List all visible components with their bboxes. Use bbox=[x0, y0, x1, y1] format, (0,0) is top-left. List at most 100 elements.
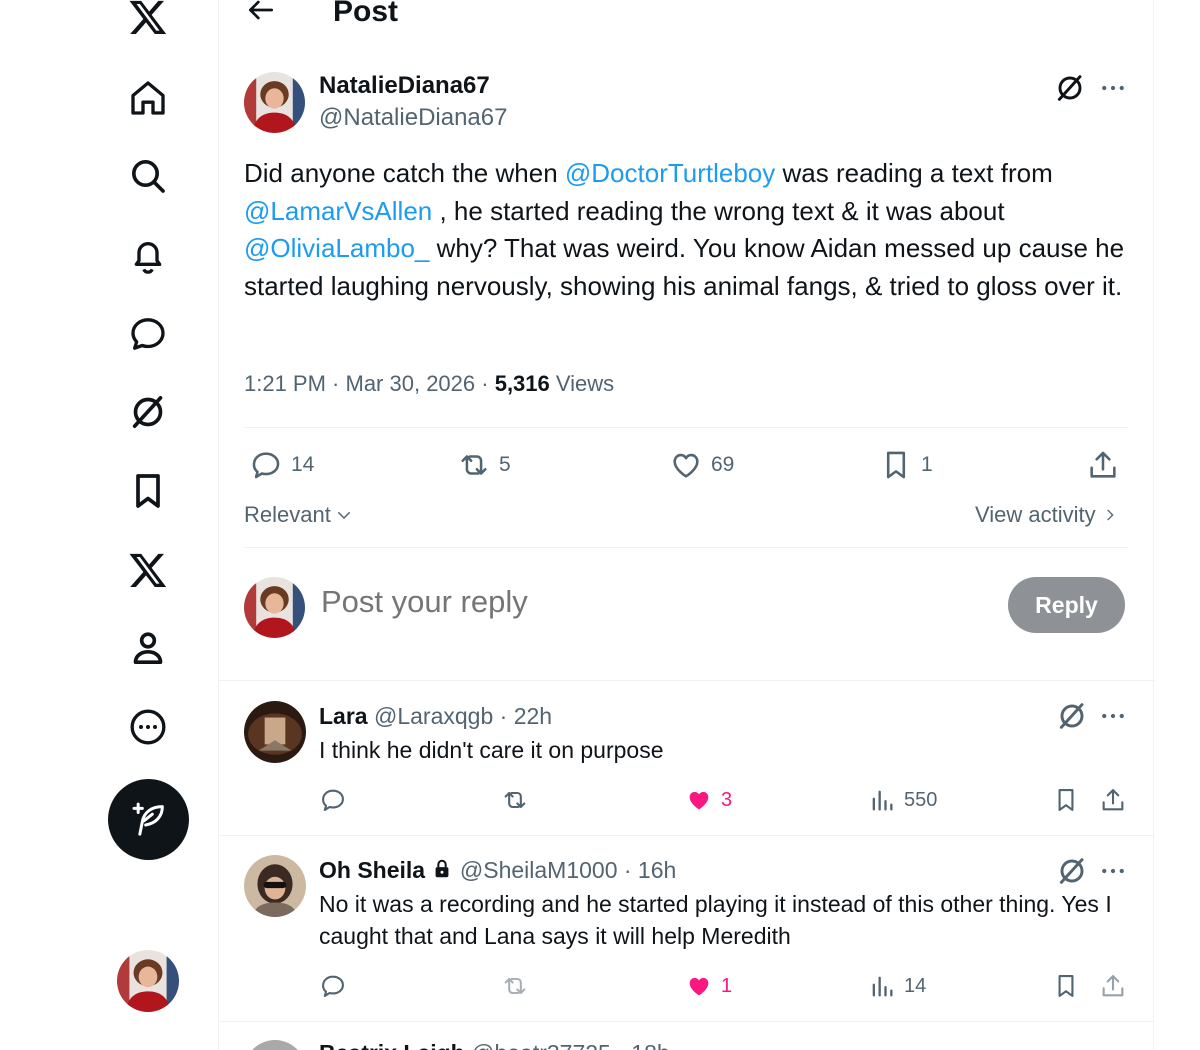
reply-more-icon[interactable] bbox=[1098, 856, 1128, 886]
premium-x-icon[interactable] bbox=[120, 542, 176, 598]
bookmark-icon bbox=[1058, 789, 1074, 811]
reply-share-action[interactable] bbox=[1099, 784, 1127, 816]
reply-repost-action[interactable] bbox=[501, 784, 529, 816]
reply-text: I think he didn't care it on purpose bbox=[319, 737, 664, 763]
like-count: 69 bbox=[711, 453, 735, 476]
reply-like-action[interactable]: 1 bbox=[685, 970, 732, 1002]
bookmark-count: 1 bbox=[921, 453, 933, 476]
bookmark-action[interactable]: 1 bbox=[879, 447, 933, 483]
reply-bookmark-action[interactable] bbox=[1052, 970, 1080, 1002]
post-detail-column: Post NatalieDiana67 @NatalieDiana67 Did … bbox=[218, 0, 1155, 1050]
repost-count: 5 bbox=[499, 453, 511, 476]
reply-avatar[interactable] bbox=[244, 855, 306, 917]
reply-header: Beatrix Leigh @beatr37725 · 18h bbox=[319, 1038, 670, 1050]
post-text-segment: was reading a text from bbox=[775, 158, 1053, 188]
reply-like-count: 1 bbox=[721, 974, 733, 997]
reply-share-action[interactable] bbox=[1099, 970, 1127, 1002]
reply-repost-action[interactable] bbox=[501, 970, 529, 1002]
reply-like-count: 3 bbox=[721, 788, 733, 811]
grok-explain-icon[interactable] bbox=[1054, 72, 1086, 104]
liked-heart-icon bbox=[689, 791, 709, 810]
post-date[interactable]: Mar 30, 2026 bbox=[346, 371, 476, 396]
view-activity-link[interactable]: View activity bbox=[975, 500, 1118, 530]
reply-avatar[interactable] bbox=[244, 1040, 306, 1050]
reply-views-action[interactable]: 14 bbox=[868, 970, 926, 1002]
like-action[interactable]: 69 bbox=[669, 447, 734, 483]
views-count: 5,316 bbox=[494, 371, 550, 396]
compose-post-button[interactable] bbox=[108, 779, 189, 860]
post-header: Post bbox=[219, 0, 1155, 40]
reply-time[interactable]: · 22h bbox=[500, 703, 552, 729]
lock-icon bbox=[436, 859, 449, 878]
post-text: Did anyone catch the when @DoctorTurtleb… bbox=[244, 155, 1134, 305]
bookmark-icon bbox=[886, 451, 906, 479]
reply-time[interactable]: · 18h bbox=[617, 1040, 669, 1050]
divider bbox=[244, 547, 1128, 548]
reply-input[interactable] bbox=[321, 584, 921, 620]
reply-avatar[interactable] bbox=[244, 701, 306, 763]
reply-author-name[interactable]: Lara bbox=[319, 703, 368, 729]
reply-time[interactable]: · 16h bbox=[624, 857, 676, 883]
mention-link[interactable]: @DoctorTurtleboy bbox=[565, 158, 775, 188]
grok-explain-icon[interactable] bbox=[1056, 700, 1088, 732]
reply-view-count: 550 bbox=[904, 788, 938, 811]
repost-icon bbox=[504, 977, 526, 995]
reply-bookmark-action[interactable] bbox=[1052, 784, 1080, 816]
view-activity-label: View activity bbox=[975, 502, 1096, 527]
repost-action[interactable]: 5 bbox=[457, 447, 511, 483]
more-icon[interactable] bbox=[120, 699, 176, 755]
like-heart-icon bbox=[673, 453, 699, 478]
reply-author-handle[interactable]: @Laraxqgb bbox=[374, 703, 493, 729]
reply-author-name[interactable]: Beatrix Leigh bbox=[319, 1040, 465, 1050]
share-icon bbox=[1090, 451, 1116, 478]
bookmarks-icon[interactable] bbox=[120, 463, 176, 519]
author-avatar[interactable] bbox=[244, 72, 305, 133]
post-more-icon[interactable] bbox=[1098, 73, 1128, 103]
reply-header: Oh Sheila @SheilaM1000 · 16h bbox=[319, 855, 676, 885]
reply-count: 14 bbox=[291, 453, 315, 476]
composer-avatar bbox=[244, 577, 305, 638]
messages-chat-icon[interactable] bbox=[120, 306, 176, 362]
grok-icon[interactable] bbox=[120, 384, 176, 440]
account-avatar[interactable] bbox=[117, 950, 179, 1012]
reply-views-action[interactable]: 550 bbox=[868, 784, 937, 816]
views-bar-chart-icon bbox=[872, 976, 893, 997]
author-handle[interactable]: @NatalieDiana67 bbox=[319, 102, 507, 134]
sort-label: Relevant bbox=[244, 502, 331, 527]
divider bbox=[219, 680, 1155, 681]
reply-author-name[interactable]: Oh Sheila bbox=[319, 857, 425, 883]
share-action[interactable] bbox=[1086, 447, 1120, 483]
sort-replies-dropdown[interactable]: Relevant bbox=[244, 500, 353, 530]
grok-explain-icon[interactable] bbox=[1056, 855, 1088, 887]
post-meta: 1:21 PM · Mar 30, 2026 · 5,316 Views bbox=[244, 368, 614, 400]
reply-icon bbox=[322, 975, 344, 997]
post-time[interactable]: 1:21 PM bbox=[244, 371, 326, 396]
reply-view-count: 14 bbox=[904, 974, 927, 997]
post-text-segment: , he started reading the wrong text & it… bbox=[432, 195, 1005, 226]
reply-icon bbox=[322, 789, 344, 811]
views-bar-chart-icon bbox=[872, 790, 893, 811]
reply-action[interactable]: 14 bbox=[249, 447, 314, 483]
mention-link[interactable]: @LamarVsAllen bbox=[244, 196, 432, 226]
chevron-down-icon bbox=[337, 512, 350, 520]
x-logo-icon[interactable] bbox=[120, 0, 176, 45]
back-arrow-icon[interactable] bbox=[245, 0, 277, 26]
reply-author-handle[interactable]: @SheilaM1000 bbox=[460, 857, 618, 883]
notifications-bell-icon[interactable] bbox=[120, 228, 176, 284]
post-text-segment: Did anyone catch the when bbox=[244, 158, 565, 188]
reply-reply-action[interactable] bbox=[319, 970, 347, 1002]
profile-icon[interactable] bbox=[120, 620, 176, 676]
reply-like-action[interactable]: 3 bbox=[685, 784, 732, 816]
reply-author-handle[interactable]: @beatr37725 bbox=[471, 1040, 611, 1050]
search-icon[interactable] bbox=[120, 148, 176, 204]
separator: · bbox=[475, 371, 495, 396]
reply-more-icon[interactable] bbox=[1098, 701, 1128, 731]
views-label: Views bbox=[549, 371, 615, 396]
author-name[interactable]: NatalieDiana67 bbox=[319, 70, 490, 102]
reply-reply-action[interactable] bbox=[319, 784, 347, 816]
page-title: Post bbox=[333, 0, 399, 28]
share-icon bbox=[1102, 789, 1124, 811]
reply-button[interactable]: Reply bbox=[1008, 577, 1125, 633]
home-icon[interactable] bbox=[120, 70, 176, 126]
mention-link[interactable]: @OliviaLambo_ bbox=[244, 233, 429, 263]
